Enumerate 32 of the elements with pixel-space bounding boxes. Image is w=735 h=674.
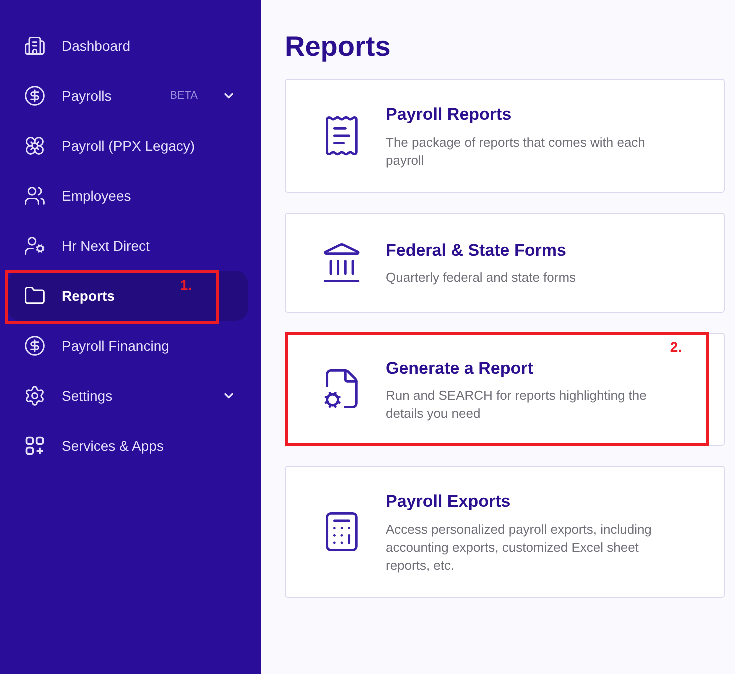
sidebar-item[interactable]: Settings: [8, 371, 248, 421]
annotation-label: 2.: [670, 338, 682, 356]
card-description: The package of reports that comes with each payroll: [386, 134, 646, 170]
building-icon: [24, 35, 46, 57]
card-title: Payroll Exports: [386, 491, 512, 513]
apps-grid-icon: [24, 435, 46, 457]
sidebar-item[interactable]: Payrolls BETA: [8, 71, 248, 121]
settings-icon: [24, 385, 46, 407]
dollar-coin-icon: [24, 335, 46, 357]
card-title: Generate a Report: [386, 358, 534, 380]
card-description: Quarterly federal and state forms: [386, 269, 576, 288]
sidebar-item[interactable]: Services & Apps: [8, 421, 248, 471]
person-gear-icon: [24, 235, 46, 257]
card-title: Payroll Reports: [386, 104, 513, 126]
sidebar-item[interactable]: Dashboard: [8, 21, 248, 71]
sidebar-item[interactable]: Hr Next Direct: [8, 221, 248, 271]
report-card[interactable]: Payroll Reports The package of reports that comes with each payroll: [285, 79, 725, 192]
flower-icon: [24, 135, 46, 157]
report-card[interactable]: Payroll Exports Access personalized payroll exports, including accounting exports, customized Excel sheet reports, etc.: [285, 466, 725, 598]
dollar-coin-icon: [24, 85, 46, 107]
card-description: Run and SEARCH for reports highlighting the details you need: [386, 387, 648, 423]
card-description: Access personalized payroll exports, including accounting exports, customized Excel sheet reports, etc.: [386, 520, 653, 574]
card-title: Federal & State Forms: [386, 240, 568, 262]
report-card[interactable]: Federal & State Forms Quarterly federal and state forms: [285, 212, 725, 312]
annotation-label: 1.: [180, 276, 192, 295]
people-icon: [24, 185, 46, 207]
beta-label: BETA: [170, 88, 198, 104]
sidebar-item[interactable]: Payroll Financing: [8, 321, 248, 371]
sidebar-item[interactable]: Employees: [8, 171, 248, 221]
sidebar-item[interactable]: Payroll (PPX Legacy): [8, 121, 248, 171]
page-title: Reports: [285, 33, 392, 61]
folder-icon: [24, 285, 46, 307]
